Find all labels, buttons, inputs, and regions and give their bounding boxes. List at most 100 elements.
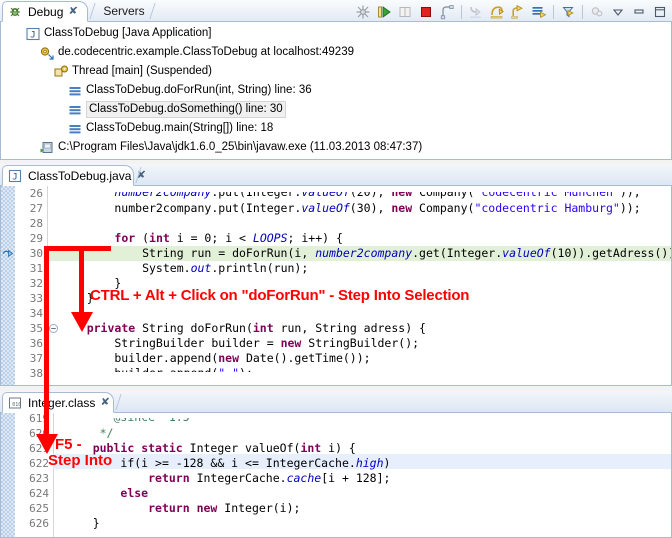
- line-number: 624: [29, 486, 49, 501]
- line-number: 625: [29, 501, 49, 516]
- line-number: 623: [29, 471, 49, 486]
- line-number: 31: [30, 261, 43, 276]
- step-into-disabled-icon[interactable]: [466, 2, 486, 21]
- tree-row-frame-doforrun[interactable]: ClassToDebug.doForRun(int, String) line:…: [1, 81, 671, 100]
- code-line-current: if(i >= -128 && i <= IntegerCache.high): [65, 456, 390, 471]
- skip-all-breakpoints-icon[interactable]: [353, 2, 373, 21]
- terminate-icon[interactable]: [416, 2, 436, 21]
- annotation-step-into-label: Step Into: [48, 452, 112, 469]
- breakpoint-ruler[interactable]: [1, 186, 16, 385]
- tree-row-thread[interactable]: Thread [main] (Suspended): [1, 62, 671, 81]
- debug-bug-icon: [8, 5, 22, 19]
- line-number: 27: [30, 201, 43, 216]
- toolbar-separator-1: [461, 5, 462, 19]
- close-icon[interactable]: ✘: [69, 6, 79, 17]
- line-number: 33: [30, 291, 43, 306]
- stack-frame-icon: [67, 121, 83, 137]
- stack-frame-icon: [67, 83, 83, 99]
- debug-toolbar: [353, 1, 670, 22]
- code-line: builder.append(" ");: [59, 366, 253, 381]
- line-number: 622: [29, 456, 49, 471]
- step-over-icon[interactable]: [487, 2, 507, 21]
- line-number: 26: [30, 186, 43, 201]
- annotation-step-into-selection-label: CTRL + Alt + Click on "doForRun" - Step …: [90, 287, 469, 304]
- debug-view: Debug ✘ Servers: [0, 0, 672, 160]
- chevron-down-icon[interactable]: [608, 2, 628, 21]
- tree-row-debug-target[interactable]: de.codecentric.example.ClassToDebug at l…: [1, 43, 671, 62]
- code-line: StringBuilder builder = new StringBuilde…: [59, 336, 419, 351]
- toolbar-separator-3: [582, 5, 583, 19]
- editor-bottom-code[interactable]: * @since 1.5 */ public static Integer va…: [65, 413, 671, 537]
- tree-row-frame-dosomething[interactable]: ClassToDebug.doSomething() line: 30: [1, 100, 671, 119]
- line-number: 28: [30, 216, 43, 231]
- code-line: else: [65, 486, 148, 501]
- code-line: number2company.put(Integer.valueOf(20), …: [59, 186, 641, 200]
- tab-divider: [89, 3, 95, 19]
- debug-launch-tree[interactable]: J ClassToDebug [Java Application] de.cod…: [0, 22, 672, 160]
- line-number: 37: [30, 351, 43, 366]
- code-line: return IntegerCache.cache[i + 128];: [65, 471, 390, 486]
- use-step-filters-icon[interactable]: [558, 2, 578, 21]
- drop-to-frame-icon[interactable]: [529, 2, 549, 21]
- maximize-icon[interactable]: [650, 2, 670, 21]
- line-number: 38: [30, 366, 43, 381]
- editor-top-code[interactable]: number2company.put(Integer.valueOf(20), …: [59, 186, 671, 385]
- tree-label: C:\Program Files\Java\jdk1.6.0_25\bin\ja…: [58, 138, 422, 157]
- breakpoint-ruler[interactable]: [1, 413, 16, 537]
- close-icon[interactable]: ✘: [101, 397, 111, 408]
- tab-integer-class[interactable]: 010 Integer.class ✘: [2, 392, 114, 413]
- suspend-icon[interactable]: [395, 2, 415, 21]
- editor-bottom-body[interactable]: 619 620 621 622 623 624 625 626 * @since…: [0, 413, 672, 538]
- class-file-icon: 010: [8, 396, 22, 410]
- line-number: 34: [30, 306, 43, 321]
- tab-classtodebug-java[interactable]: J ClassToDebug.java ✘: [2, 165, 134, 186]
- code-line: builder.append(new Date().getTime());: [59, 351, 371, 366]
- current-instruction-pointer-icon: [2, 247, 15, 263]
- eclipse-debug-perspective: Debug ✘ Servers: [0, 0, 672, 538]
- stack-frame-icon: [67, 102, 83, 118]
- code-line: return new Integer(i);: [65, 501, 300, 516]
- code-line: number2company.put(Integer.valueOf(30), …: [59, 201, 641, 216]
- tab-servers[interactable]: Servers: [98, 0, 152, 22]
- tab-label: ClassToDebug.java: [28, 169, 131, 183]
- tab-label: Integer.class: [28, 396, 95, 410]
- minimize-icon[interactable]: [629, 2, 649, 21]
- process-icon: [39, 140, 55, 156]
- tab-divider: [115, 394, 121, 410]
- tree-row-process[interactable]: C:\Program Files\Java\jdk1.6.0_25\bin\ja…: [1, 138, 671, 157]
- resume-icon[interactable]: [374, 2, 394, 21]
- code-line: private String doForRun(int run, String …: [59, 321, 426, 336]
- code-line-current: String run = doForRun(i, number2company.…: [59, 246, 672, 261]
- folding-ruler[interactable]: [49, 186, 58, 385]
- tree-row-launch[interactable]: J ClassToDebug [Java Application]: [1, 24, 671, 43]
- editor-bottom-tabstrip: 010 Integer.class ✘: [0, 391, 672, 413]
- code-line: System.out.println(run);: [59, 261, 308, 276]
- debug-view-tabstrip: Debug ✘ Servers: [0, 0, 672, 22]
- annotation-stem-left: [44, 246, 49, 438]
- line-number: 32: [30, 276, 43, 291]
- tree-label: ClassToDebug.main(String[]) line: 18: [86, 119, 273, 138]
- tree-label: ClassToDebug [Java Application]: [44, 24, 212, 43]
- code-line: for (int i = 0; i < LOOPS; i++) {: [59, 231, 343, 246]
- tree-label: ClassToDebug.doSomething() line: 30: [86, 101, 286, 118]
- thread-icon: [53, 64, 69, 80]
- tree-row-frame-main[interactable]: ClassToDebug.main(String[]) line: 18: [1, 119, 671, 138]
- code-line: * @since 1.5: [65, 413, 190, 425]
- editor-top-body[interactable]: 26 27 28 29 30 31 32 33 34 35 36 37 38: [0, 186, 672, 386]
- view-menu-filter-icon[interactable]: [587, 2, 607, 21]
- line-number: 30: [30, 246, 43, 261]
- step-return-icon[interactable]: [508, 2, 528, 21]
- line-number: 29: [30, 231, 43, 246]
- line-number: 36: [30, 336, 43, 351]
- tab-debug[interactable]: Debug ✘: [2, 1, 88, 22]
- collapse-icon[interactable]: [49, 324, 58, 336]
- tree-label: ClassToDebug.doForRun(int, String) line:…: [86, 81, 312, 100]
- annotation-bracket-top: [44, 246, 111, 251]
- annotation-stem-right: [79, 246, 84, 316]
- disconnect-icon[interactable]: [437, 2, 457, 21]
- tree-label: Thread [main] (Suspended): [72, 62, 212, 81]
- svg-text:010: 010: [12, 402, 21, 408]
- svg-text:J: J: [30, 30, 35, 40]
- code-line: }: [59, 291, 94, 306]
- editor-classtodebug-java: J ClassToDebug.java ✘ 26 27 28 29 30 31 …: [0, 164, 672, 386]
